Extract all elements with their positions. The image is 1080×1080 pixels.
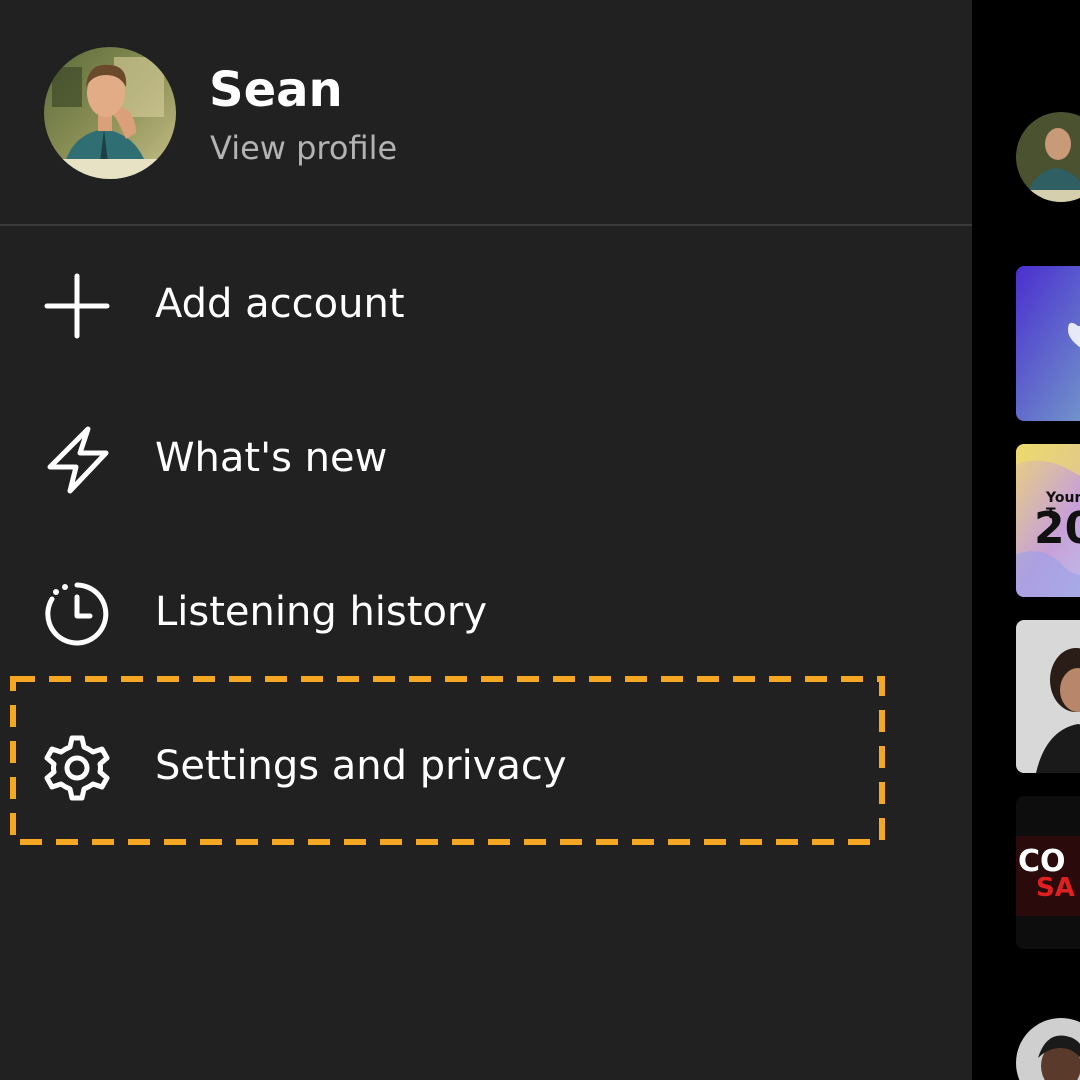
view-profile-link[interactable]: View profile bbox=[210, 126, 397, 170]
background-artist-card bbox=[1016, 620, 1080, 773]
menu-item-label: What's new bbox=[155, 435, 388, 481]
plus-icon bbox=[42, 271, 112, 341]
background-liked-songs-card bbox=[1016, 266, 1080, 421]
gear-icon bbox=[42, 733, 112, 803]
menu-item-whats-new[interactable]: What's new bbox=[0, 382, 972, 532]
app-screen: Sean View profile Add account What's new bbox=[0, 0, 1080, 1080]
divider bbox=[0, 224, 972, 226]
menu-item-label: Listening history bbox=[155, 589, 488, 635]
menu-item-label: Add account bbox=[155, 281, 405, 327]
podcast-card-text-red: SA bbox=[1036, 873, 1075, 903]
avatar-illustration bbox=[44, 47, 176, 179]
lightning-bolt-icon bbox=[42, 425, 112, 495]
menu-item-settings-and-privacy[interactable]: Settings and privacy bbox=[0, 690, 972, 840]
avatar[interactable] bbox=[44, 47, 176, 179]
wrapped-card-year: 20 bbox=[1034, 503, 1080, 554]
side-drawer: Sean View profile Add account What's new bbox=[0, 0, 972, 1080]
menu-item-label: Settings and privacy bbox=[155, 743, 567, 789]
menu-item-add-account[interactable]: Add account bbox=[0, 228, 972, 378]
profile-name: Sean bbox=[209, 62, 343, 118]
history-clock-icon bbox=[42, 579, 112, 649]
profile-header[interactable]: Sean View profile bbox=[0, 0, 972, 224]
menu-item-listening-history[interactable]: Listening history bbox=[0, 536, 972, 686]
